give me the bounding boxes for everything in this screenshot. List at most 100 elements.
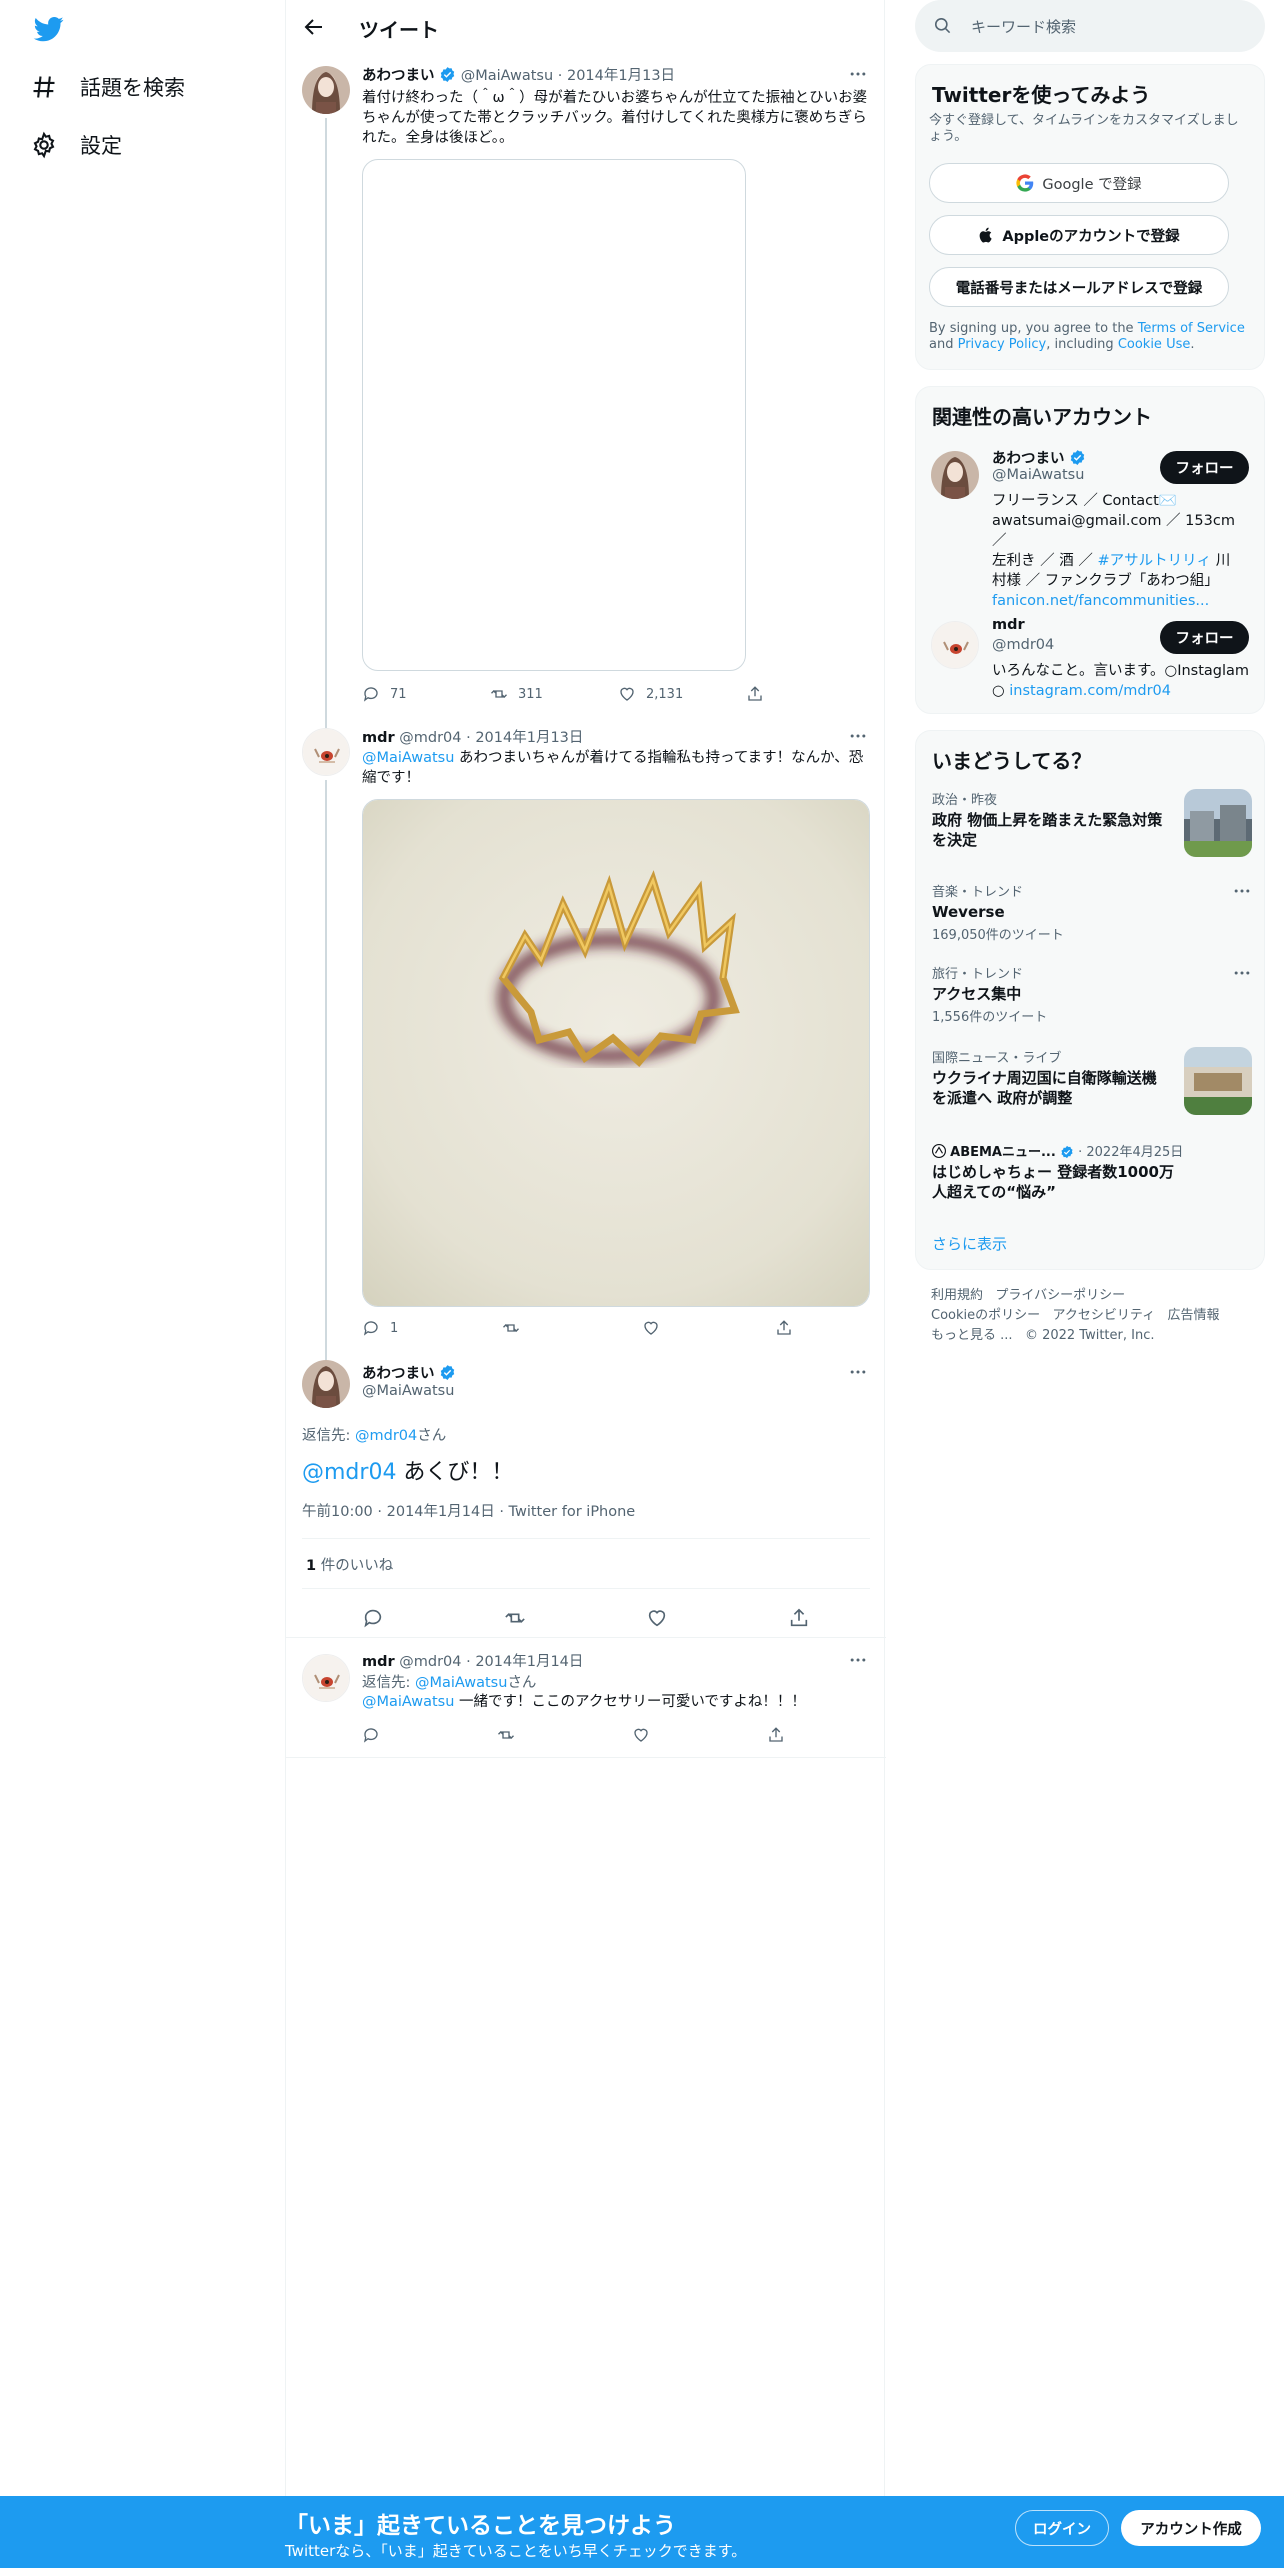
- trend-item[interactable]: 政治・昨夜 政府 物価上昇を踏まえた緊急対策 を決定: [932, 789, 1252, 861]
- google-signup-button[interactable]: Google で登録: [929, 163, 1229, 203]
- follow-button[interactable]: フォロー: [1160, 451, 1249, 484]
- apple-signup-button[interactable]: Appleのアカウントで登録: [929, 215, 1229, 255]
- tweet-date[interactable]: 2014年1月14日: [387, 1504, 495, 1520]
- verified-badge-icon: [440, 67, 455, 82]
- retweet-icon[interactable]: [504, 1607, 526, 1629]
- show-more-link[interactable]: さらに表示: [932, 1233, 1007, 1254]
- divider: [302, 1538, 870, 1539]
- account-name[interactable]: mdr: [992, 617, 1025, 633]
- author-name[interactable]: あわつまい: [362, 68, 435, 84]
- more-icon[interactable]: [848, 1650, 868, 1670]
- tweet-parent-1[interactable]: あわつまい @MaiAwatsu · 2014年1月13日 着付け終わった（＾ω…: [286, 62, 886, 728]
- trend-item[interactable]: 音楽・トレンド Weverse 169,050件のツイート: [932, 881, 1252, 943]
- trend-item[interactable]: 国際ニュース・ライブ ウクライナ周辺国に自衛隊輸送機 を派遣へ 政府が調整: [932, 1047, 1252, 1119]
- reply-button[interactable]: [362, 1726, 497, 1744]
- retweet-button[interactable]: 311: [490, 685, 618, 703]
- nav-explore[interactable]: 話題を検索: [30, 72, 185, 102]
- author-name[interactable]: mdr: [362, 1654, 395, 1670]
- search-input[interactable]: キーワード検索: [915, 0, 1265, 52]
- avatar[interactable]: [931, 451, 979, 499]
- footer-more-link[interactable]: もっと見る ...: [931, 1328, 1013, 1343]
- mention-link[interactable]: @mdr04: [302, 1460, 396, 1485]
- more-icon[interactable]: [848, 726, 868, 746]
- tweet-reply[interactable]: mdr @mdr04 · 2014年1月14日 返信先: @MaiAwatsuさ…: [286, 1650, 886, 1760]
- like-button[interactable]: [642, 1319, 775, 1337]
- related-account[interactable]: mdr @mdr04 フォロー いろんなこと。言います。○Instaglam ○…: [916, 613, 1266, 709]
- avatar[interactable]: [302, 1654, 350, 1702]
- mention-link[interactable]: @MaiAwatsu: [362, 1694, 454, 1710]
- privacy-link[interactable]: Privacy Policy: [958, 337, 1047, 352]
- create-account-button[interactable]: アカウント作成: [1121, 2510, 1261, 2546]
- hashtag-link[interactable]: #アサルトリリィ: [1097, 553, 1211, 569]
- tweet-media[interactable]: [362, 159, 746, 671]
- signup-card: Twitterを使ってみよう 今すぐ登録して、タイムラインをカスタマイズしましょ…: [915, 64, 1265, 370]
- reply-button[interactable]: 1: [362, 1319, 502, 1337]
- retweet-button[interactable]: [497, 1726, 632, 1744]
- more-icon[interactable]: [1232, 963, 1252, 983]
- main-tweet: あわつまい @MaiAwatsu 返信先: @mdr04さん @mdr04 あく…: [286, 1356, 886, 1638]
- cookie-link[interactable]: Cookie Use: [1118, 337, 1191, 352]
- share-button[interactable]: [775, 1319, 793, 1337]
- reply-to-handle[interactable]: @mdr04: [355, 1428, 417, 1444]
- bio-link[interactable]: instagram.com/mdr04: [1009, 683, 1171, 699]
- trend-source: ABEMAニュー...: [950, 1145, 1056, 1160]
- author-handle[interactable]: @MaiAwatsu: [362, 1383, 454, 1399]
- related-accounts-card: 関連性の高いアカウント あわつまい @MaiAwatsu フォロー フリーランス…: [915, 386, 1265, 714]
- nav-settings[interactable]: 設定: [30, 130, 122, 160]
- more-icon[interactable]: [848, 64, 868, 84]
- account-name[interactable]: あわつまい: [992, 451, 1065, 467]
- share-button[interactable]: [767, 1726, 785, 1744]
- author-handle[interactable]: @mdr04: [399, 1654, 461, 1670]
- terms-link[interactable]: Terms of Service: [1138, 321, 1245, 336]
- trend-item[interactable]: 旅行・トレンド アクセス集中 1,556件のツイート: [932, 963, 1252, 1025]
- author-handle[interactable]: @mdr04: [399, 730, 461, 746]
- footer-link-accessibility[interactable]: アクセシビリティ: [1053, 1308, 1156, 1323]
- reply-button[interactable]: 71: [362, 685, 490, 703]
- like-button[interactable]: [632, 1726, 767, 1744]
- share-button[interactable]: [746, 685, 764, 703]
- back-arrow-icon[interactable]: [302, 15, 326, 39]
- account-bio: いろんなこと。言います。○Instaglam ○ instagram.com/m…: [992, 661, 1257, 701]
- footer-link-cookie[interactable]: Cookieのポリシー: [931, 1308, 1040, 1323]
- terms-period: .: [1190, 337, 1195, 352]
- tweet-parent-2[interactable]: mdr @mdr04 · 2014年1月13日 @MaiAwatsu あわつまい…: [286, 724, 886, 1400]
- tweet-date[interactable]: 2014年1月13日: [567, 68, 675, 84]
- author-name[interactable]: あわつまい: [362, 1366, 435, 1382]
- avatar[interactable]: [302, 66, 350, 114]
- avatar[interactable]: [931, 621, 979, 669]
- account-name-line: あわつまい: [992, 447, 1086, 468]
- avatar[interactable]: [302, 1360, 350, 1408]
- follow-button[interactable]: フォロー: [1160, 621, 1249, 654]
- mention-link[interactable]: @MaiAwatsu: [362, 750, 454, 766]
- retweet-button[interactable]: [502, 1319, 642, 1337]
- author-name[interactable]: mdr: [362, 730, 395, 746]
- bio-link[interactable]: fanicon.net/fancommunities...: [992, 591, 1252, 611]
- likes-summary[interactable]: 1 件のいいね: [306, 1554, 393, 1575]
- tweet-media-ring-photo[interactable]: [362, 799, 870, 1307]
- avatar[interactable]: [302, 728, 350, 776]
- share-icon[interactable]: [788, 1607, 810, 1629]
- tweet-time[interactable]: 午前10:00: [302, 1504, 373, 1520]
- tweet-date[interactable]: 2014年1月13日: [475, 730, 583, 746]
- main-tweet-text: @mdr04 あくび！！: [302, 1454, 513, 1486]
- more-icon[interactable]: [848, 1362, 868, 1382]
- more-icon[interactable]: [1232, 881, 1252, 901]
- reply-to-handle[interactable]: @MaiAwatsu: [415, 1675, 507, 1691]
- author-handle[interactable]: @MaiAwatsu: [461, 68, 553, 84]
- like-button[interactable]: 2,131: [618, 685, 746, 703]
- reply-icon[interactable]: [362, 1607, 384, 1629]
- account-handle[interactable]: @mdr04: [992, 637, 1054, 653]
- login-button[interactable]: ログイン: [1015, 2510, 1109, 2546]
- tweet-date[interactable]: 2014年1月14日: [475, 1654, 583, 1670]
- phone-email-signup-button[interactable]: 電話番号またはメールアドレスで登録: [929, 267, 1229, 307]
- twitter-logo-icon[interactable]: [32, 14, 66, 44]
- related-account[interactable]: あわつまい @MaiAwatsu フォロー フリーランス ／ Contact✉️…: [916, 443, 1266, 611]
- account-handle[interactable]: @MaiAwatsu: [992, 467, 1084, 483]
- footer-link-terms[interactable]: 利用規約: [931, 1288, 983, 1303]
- footer-link-ads[interactable]: 広告情報: [1168, 1308, 1220, 1323]
- footer-link-privacy[interactable]: プライバシーポリシー: [995, 1288, 1125, 1303]
- trend-item[interactable]: ABEMAニュー... · 2022年4月25日 はじめしゃちょー 登録者数10…: [932, 1141, 1252, 1205]
- heart-icon[interactable]: [646, 1607, 668, 1629]
- tweet-source[interactable]: Twitter for iPhone: [509, 1504, 636, 1520]
- trend-count: 169,050件のツイート: [932, 928, 1064, 943]
